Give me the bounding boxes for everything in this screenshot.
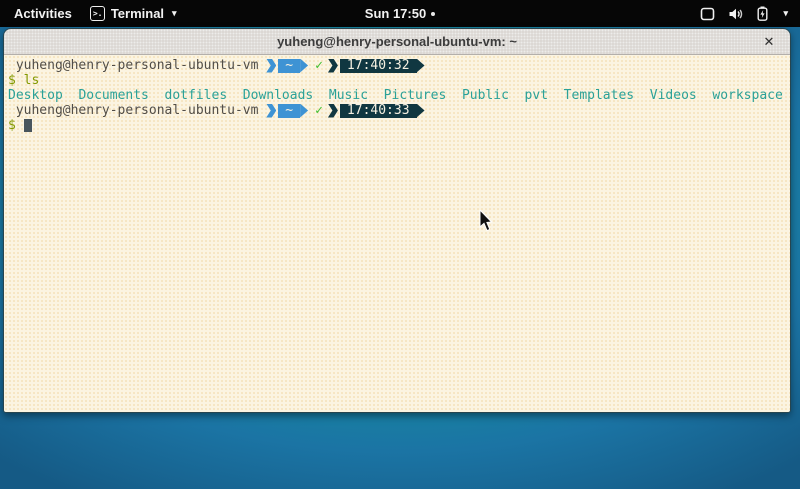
terminal-content[interactable]: yuheng@henry-personal-ubuntu-vm ~ ✓ 17:4…: [4, 55, 790, 412]
powerline-chevron-icon: [328, 104, 338, 118]
prompt-symbol: $: [8, 118, 16, 133]
window-title: yuheng@henry-personal-ubuntu-vm: ~: [277, 34, 517, 49]
status-check-icon: ✓: [315, 103, 323, 118]
battery-charging-icon: [757, 6, 768, 21]
directory-name: Public: [462, 88, 509, 103]
prompt-time: 17:40:33: [340, 104, 417, 118]
powerline-arrow-icon: [300, 104, 308, 118]
prompt-cwd: ~: [278, 59, 300, 73]
powerline-chevron-icon: [328, 59, 338, 73]
status-check-icon: ✓: [315, 58, 323, 73]
input-line[interactable]: $: [8, 118, 788, 133]
prompt-user-host: yuheng@henry-personal-ubuntu-vm: [16, 103, 259, 118]
ls-output-line: Desktop Documents dotfiles Downloads Mus…: [8, 88, 788, 103]
notification-dot: [431, 12, 435, 16]
clock-label[interactable]: Sun 17:50: [365, 6, 426, 21]
prompt-user-host: yuheng@henry-personal-ubuntu-vm: [16, 58, 259, 73]
terminal-cursor: [24, 119, 32, 132]
terminal-window: yuheng@henry-personal-ubuntu-vm: ~ ✕ yuh…: [3, 28, 791, 413]
powerline-arrow-icon: [417, 59, 425, 73]
prompt-cwd-segment: ~: [266, 104, 308, 118]
powerline-arrow-icon: [300, 59, 308, 73]
activities-button[interactable]: Activities: [10, 4, 76, 23]
top-bar-left: Activities >. Terminal ▾: [0, 4, 177, 23]
directory-name: Templates: [564, 88, 634, 103]
prompt-line-1: yuheng@henry-personal-ubuntu-vm ~ ✓ 17:4…: [8, 58, 788, 73]
directory-name: Pictures: [384, 88, 447, 103]
directory-name: Music: [329, 88, 368, 103]
app-menu-label: Terminal: [111, 6, 164, 21]
directory-name: Downloads: [243, 88, 313, 103]
command-text: ls: [24, 73, 40, 88]
directory-name: Desktop: [8, 88, 63, 103]
directory-name: Videos: [650, 88, 697, 103]
volume-icon: [728, 7, 744, 21]
powerline-arrow-icon: [417, 104, 425, 118]
prompt-line-2: yuheng@henry-personal-ubuntu-vm ~ ✓ 17:4…: [8, 103, 788, 118]
system-status-area[interactable]: ▾: [700, 6, 800, 21]
powerline-chevron-icon: [266, 104, 276, 118]
prompt-cwd-segment: ~: [266, 59, 308, 73]
top-bar: Activities >. Terminal ▾ Sun 17:50 ▾: [0, 0, 800, 27]
app-menu-terminal[interactable]: >. Terminal ▾: [90, 6, 177, 21]
chevron-down-icon: ▾: [783, 8, 788, 19]
chevron-down-icon: ▾: [172, 8, 177, 19]
directory-name: pvt: [525, 88, 548, 103]
prompt-time: 17:40:32: [340, 59, 417, 73]
terminal-icon: >.: [90, 6, 105, 21]
directory-name: dotfiles: [165, 88, 228, 103]
prompt-time-segment: 17:40:32: [328, 59, 425, 73]
window-titlebar[interactable]: yuheng@henry-personal-ubuntu-vm: ~ ✕: [4, 29, 790, 55]
prompt-cwd: ~: [278, 104, 300, 118]
directory-name: workspace: [712, 88, 782, 103]
command-line: $ ls: [8, 73, 788, 88]
prompt-symbol: $: [8, 73, 16, 88]
powerline-chevron-icon: [266, 59, 276, 73]
display-icon: [700, 7, 715, 21]
directory-name: Documents: [78, 88, 148, 103]
prompt-time-segment: 17:40:33: [328, 104, 425, 118]
close-icon[interactable]: ✕: [758, 29, 780, 55]
